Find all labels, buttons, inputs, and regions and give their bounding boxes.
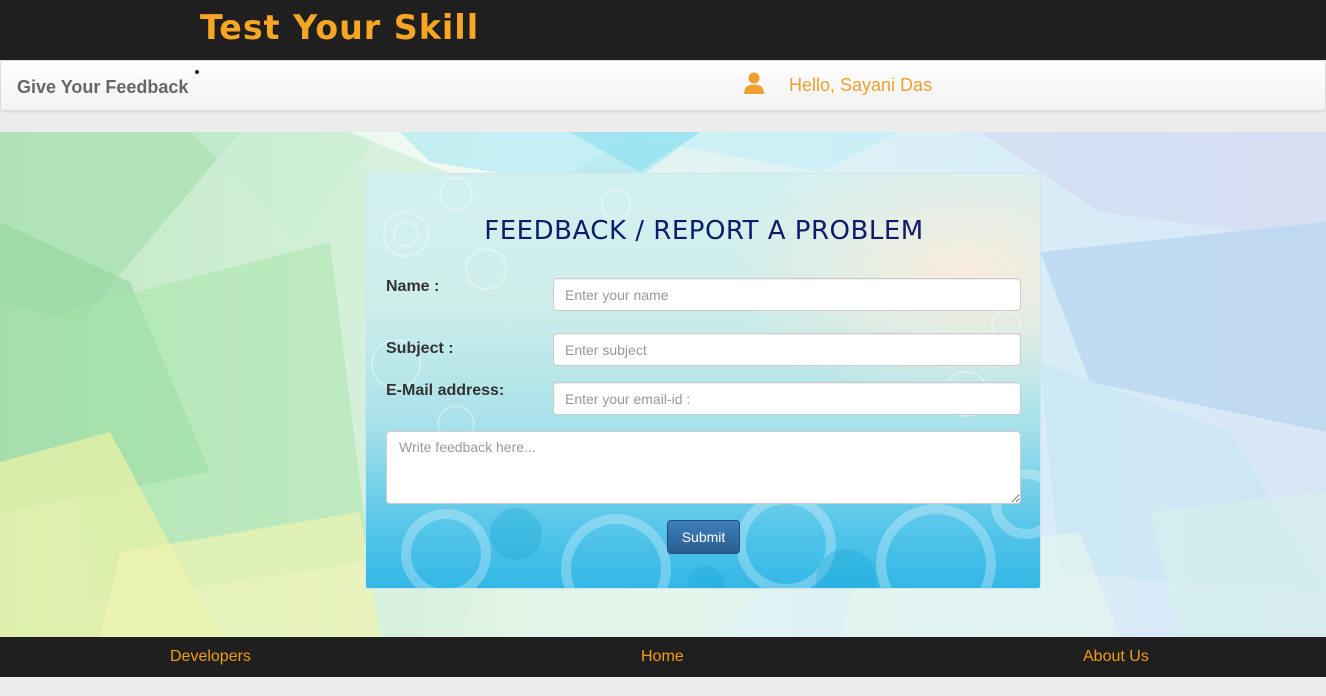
footer-link-developers[interactable]: Developers [170, 648, 251, 666]
user-greeting[interactable]: Hello, Sayani Das [789, 75, 932, 96]
name-input[interactable] [553, 278, 1021, 311]
user-icon [744, 72, 764, 94]
email-input[interactable] [553, 382, 1021, 415]
footer-link-home[interactable]: Home [641, 648, 684, 666]
email-label: E-Mail address: [386, 382, 505, 399]
footer: Developers Home About Us [0, 637, 1326, 677]
subject-input[interactable] [553, 333, 1021, 366]
nav-dot [195, 70, 199, 74]
feedback-textarea[interactable] [386, 431, 1021, 504]
name-label: Name : [386, 278, 440, 295]
navbar: Give Your Feedback Hello, Sayani Das [0, 60, 1326, 111]
site-logo-title[interactable]: Test Your Skill [200, 8, 479, 48]
feedback-card: FEEDBACK / REPORT A PROBLEM Name : Subje… [365, 173, 1041, 589]
top-banner: Test Your Skill [0, 0, 1326, 60]
footer-link-about-us[interactable]: About Us [1083, 648, 1149, 666]
page-title[interactable]: Give Your Feedback [17, 77, 188, 98]
subject-label: Subject : [386, 340, 454, 357]
submit-button[interactable]: Submit [667, 520, 740, 554]
form-heading: FEEDBACK / REPORT A PROBLEM [484, 216, 924, 246]
